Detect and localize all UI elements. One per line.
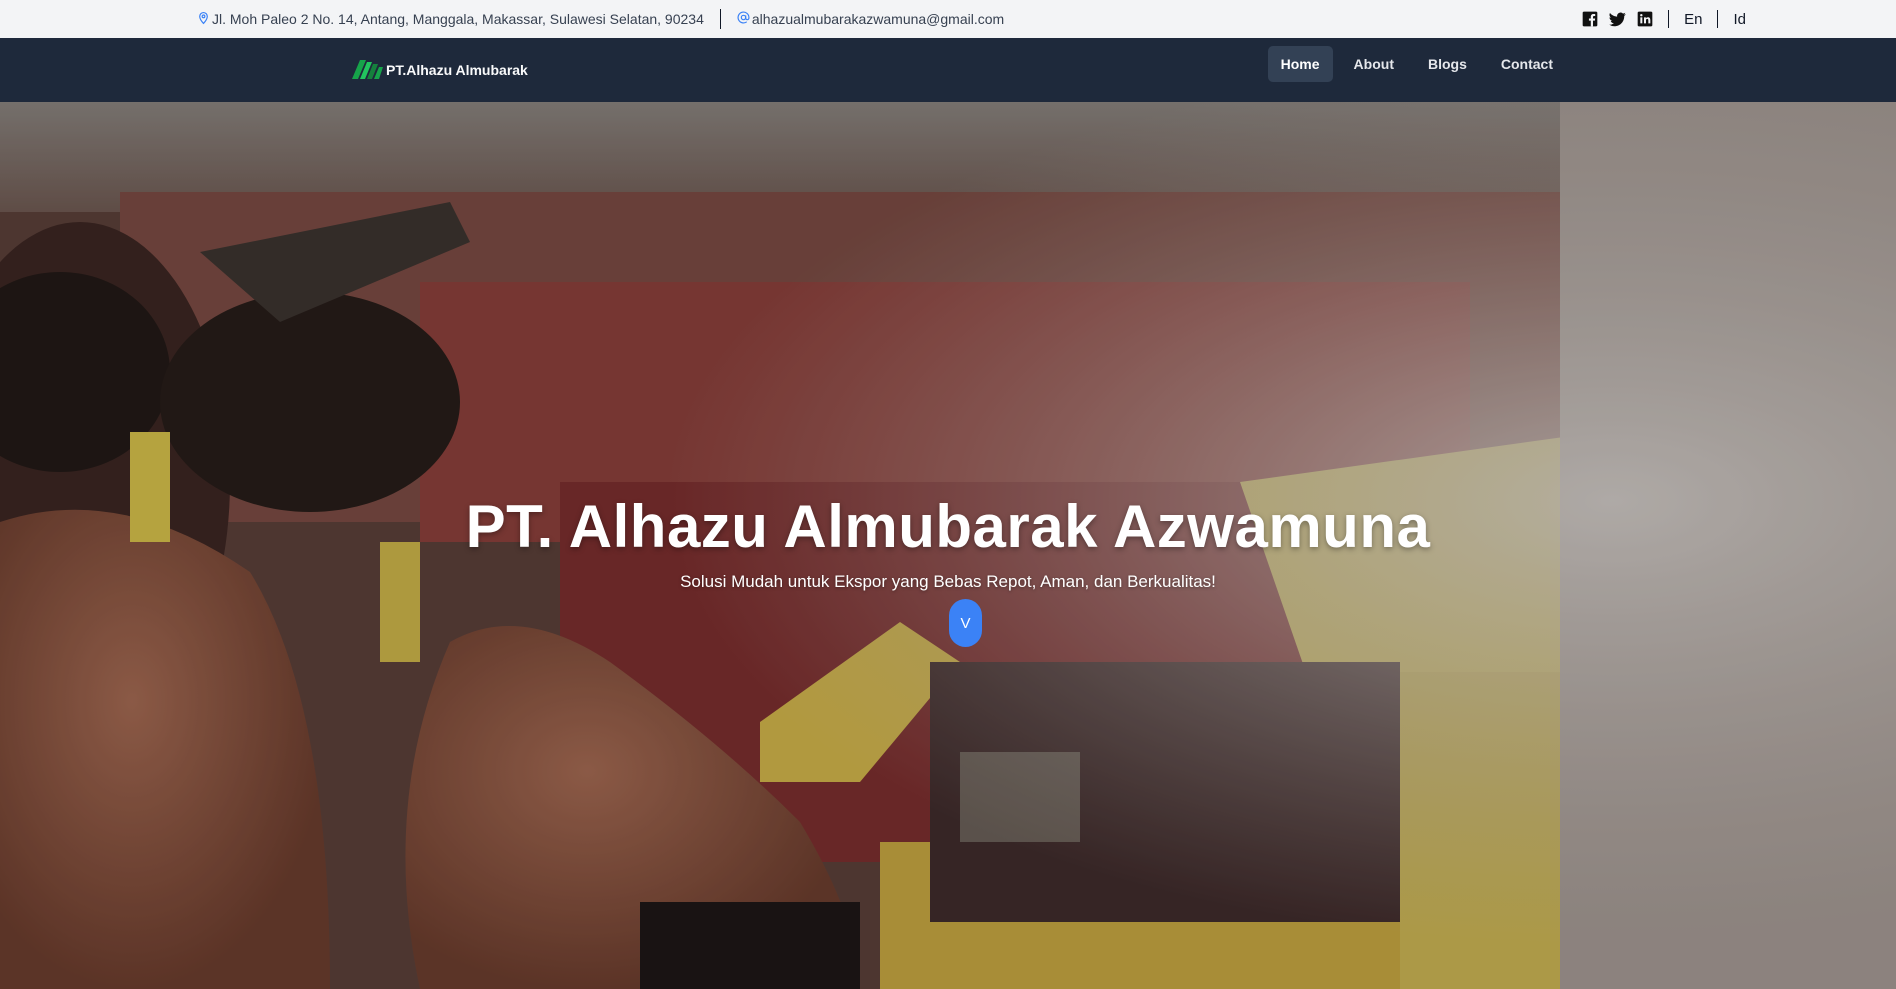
main-navbar: PT.Alhazu Almubarak Home About Blogs Con… — [0, 38, 1896, 102]
divider — [1717, 10, 1719, 28]
lang-en[interactable]: En — [1684, 11, 1702, 28]
nav-home[interactable]: Home — [1267, 46, 1333, 82]
brand[interactable]: PT.Alhazu Almubarak — [352, 38, 528, 102]
company-logo-icon — [352, 58, 384, 83]
facebook-icon[interactable] — [1582, 11, 1598, 27]
linkedin-icon[interactable] — [1637, 11, 1653, 27]
hero-subtitle: Solusi Mudah untuk Ekspor yang Bebas Rep… — [680, 572, 1216, 591]
address-text: Jl. Moh Paleo 2 No. 14, Antang, Manggala… — [212, 11, 704, 27]
divider — [719, 9, 721, 29]
at-sign-icon — [737, 11, 750, 27]
twitter-icon[interactable] — [1609, 12, 1626, 27]
lang-id[interactable]: Id — [1733, 11, 1746, 28]
email-link[interactable]: alhazualmubarakazwamuna@gmail.com — [752, 11, 1004, 27]
contact-info: Jl. Moh Paleo 2 No. 14, Antang, Manggala… — [197, 0, 1004, 38]
map-pin-icon — [197, 11, 210, 28]
social-links — [1582, 11, 1653, 27]
top-info-bar: Jl. Moh Paleo 2 No. 14, Antang, Manggala… — [0, 0, 1896, 38]
hero-section: PT. Alhazu Almubarak Azwamuna Solusi Mud… — [0, 102, 1896, 989]
hero-title: PT. Alhazu Almubarak Azwamuna — [465, 493, 1431, 560]
nav-blogs[interactable]: Blogs — [1415, 46, 1480, 82]
topbar-right: En Id — [1582, 0, 1746, 38]
scroll-down-button[interactable]: V — [949, 599, 982, 647]
email-item[interactable]: alhazualmubarakazwamuna@gmail.com — [737, 11, 1004, 27]
nav-contact[interactable]: Contact — [1488, 46, 1566, 82]
address-item: Jl. Moh Paleo 2 No. 14, Antang, Manggala… — [197, 11, 704, 28]
nav-links: Home About Blogs Contact — [1267, 46, 1566, 82]
divider — [1668, 10, 1670, 28]
nav-about[interactable]: About — [1341, 46, 1407, 82]
brand-name: PT.Alhazu Almubarak — [386, 62, 528, 78]
